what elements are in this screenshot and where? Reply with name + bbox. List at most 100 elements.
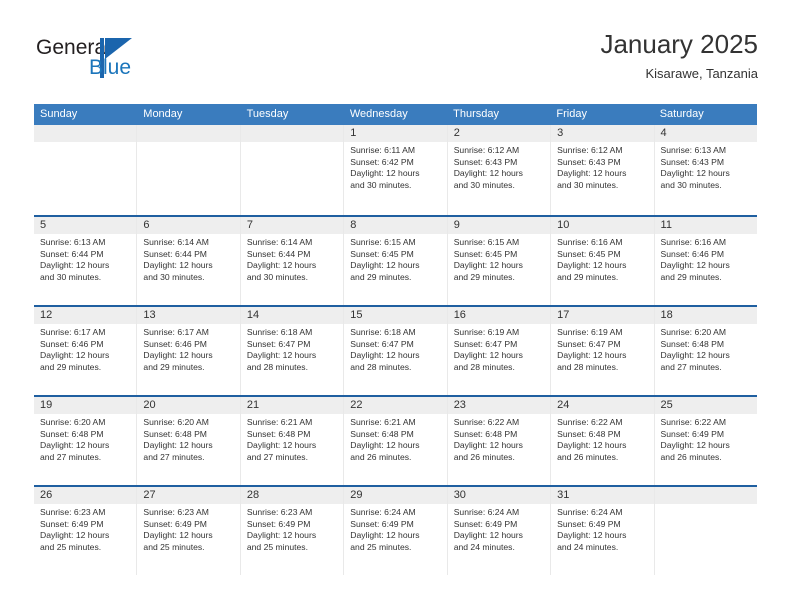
- daylight-text-line1: Daylight: 12 hours: [40, 260, 110, 271]
- day-sun-info: Sunrise: 6:22 AM Sunset: 6:48 PM Daylight:…: [551, 414, 653, 463]
- weekday-header-thursday: Thursday: [453, 108, 499, 120]
- calendar-day-cell[interactable]: 3 Sunrise: 6:12 AM Sunset: 6:43 PM Daylight…: [551, 125, 655, 215]
- day-number: 29: [344, 487, 447, 504]
- calendar-day-cell[interactable]: 4 Sunrise: 6:13 AM Sunset: 6:43 PM Daylight…: [654, 125, 757, 215]
- sunset-text: Sunset: 6:43 PM: [557, 156, 621, 167]
- day-number: [137, 125, 240, 142]
- weekday-header-friday: Friday: [556, 108, 587, 120]
- daylight-text-line1: Daylight: 12 hours: [350, 260, 420, 271]
- daylight-text-line2: and 29 minutes.: [660, 271, 722, 282]
- calendar-day-cell[interactable]: 14 Sunrise: 6:18 AM Sunset: 6:47 PM Dayligh…: [240, 307, 345, 395]
- sunset-text: Sunset: 6:44 PM: [246, 248, 311, 259]
- sunrise-text: Sunrise: 6:19 AM: [557, 327, 623, 337]
- sunset-text: Sunset: 6:42 PM: [350, 156, 414, 167]
- day-number: 24: [551, 397, 654, 414]
- calendar-day-cell[interactable]: 28 Sunrise: 6:23 AM Sunset: 6:49 PM Dayligh…: [240, 487, 345, 575]
- calendar-day-cell[interactable]: 19 Sunrise: 6:20 AM Sunset: 6:48 PM Dayligh…: [34, 397, 138, 485]
- calendar-day-cell[interactable]: 12 Sunrise: 6:17 AM Sunset: 6:46 PM Dayligh…: [34, 307, 138, 395]
- day-number: 21: [240, 397, 344, 414]
- day-number: 11: [654, 217, 757, 234]
- sunrise-text: Sunrise: 6:22 AM: [660, 417, 726, 427]
- calendar-day-cell[interactable]: 25 Sunrise: 6:22 AM Sunset: 6:49 PM Dayligh…: [654, 397, 757, 485]
- calendar-day-cell[interactable]: 2 Sunrise: 6:12 AM Sunset: 6:43 PM Daylight…: [447, 125, 552, 215]
- calendar-day-cell[interactable]: 30 Sunrise: 6:24 AM Sunset: 6:49 PM Dayligh…: [447, 487, 552, 575]
- calendar-day-cell[interactable]: 27 Sunrise: 6:23 AM Sunset: 6:49 PM Dayligh…: [137, 487, 241, 575]
- calendar-day-cell[interactable]: 24 Sunrise: 6:22 AM Sunset: 6:48 PM Dayligh…: [551, 397, 655, 485]
- calendar-day-cell[interactable]: 17 Sunrise: 6:19 AM Sunset: 6:47 PM Dayligh…: [551, 307, 655, 395]
- calendar-day-cell[interactable]: 31 Sunrise: 6:24 AM Sunset: 6:49 PM Dayligh…: [551, 487, 655, 575]
- sunrise-text: Sunrise: 6:19 AM: [453, 327, 520, 337]
- sunset-text: Sunset: 6:47 PM: [453, 338, 518, 349]
- calendar-day-cell[interactable]: 13 Sunrise: 6:17 AM Sunset: 6:46 PM Dayligh…: [137, 307, 241, 395]
- daylight-text-line2: and 29 minutes.: [453, 271, 515, 282]
- day-number: 5: [34, 217, 137, 234]
- day-number: 25: [654, 397, 757, 414]
- day-number: 23: [447, 397, 551, 414]
- daylight-text-line1: Daylight: 12 hours: [557, 530, 627, 541]
- sunrise-text: Sunrise: 6:16 AM: [557, 237, 623, 247]
- calendar-day-cell-empty: [137, 125, 241, 215]
- day-sun-info: Sunrise: 6:24 AM Sunset: 6:49 PM Daylight:…: [448, 504, 550, 553]
- daylight-text-line1: Daylight: 12 hours: [557, 168, 627, 179]
- sunset-text: Sunset: 6:47 PM: [246, 338, 311, 349]
- day-number: 8: [344, 217, 447, 234]
- sunrise-text: Sunrise: 6:13 AM: [40, 237, 106, 247]
- calendar-day-cell[interactable]: 16 Sunrise: 6:19 AM Sunset: 6:47 PM Dayligh…: [447, 307, 552, 395]
- sunset-text: Sunset: 6:48 PM: [557, 428, 621, 439]
- calendar-day-cell[interactable]: 1 Sunrise: 6:11 AM Sunset: 6:42 PM Daylight…: [344, 125, 448, 215]
- calendar-day-cell[interactable]: 10 Sunrise: 6:16 AM Sunset: 6:45 PM Dayligh…: [551, 217, 655, 305]
- day-number: 4: [654, 125, 757, 142]
- brand-logo[interactable]: General Blue: [34, 36, 234, 86]
- sunrise-text: Sunrise: 6:24 AM: [453, 507, 520, 517]
- calendar-day-cell[interactable]: 15 Sunrise: 6:18 AM Sunset: 6:47 PM Dayligh…: [344, 307, 448, 395]
- daylight-text-line2: and 28 minutes.: [350, 361, 412, 372]
- sunrise-text: Sunrise: 6:18 AM: [350, 327, 416, 337]
- calendar-day-cell-empty: [654, 487, 757, 575]
- sunset-text: Sunset: 6:47 PM: [350, 338, 414, 349]
- sunrise-text: Sunrise: 6:14 AM: [143, 237, 209, 247]
- daylight-text-line1: Daylight: 12 hours: [40, 350, 110, 361]
- daylight-text-line2: and 27 minutes.: [660, 361, 722, 372]
- daylight-text-line1: Daylight: 12 hours: [350, 168, 420, 179]
- calendar-day-cell[interactable]: 20 Sunrise: 6:20 AM Sunset: 6:48 PM Dayligh…: [137, 397, 241, 485]
- day-number: 1: [344, 125, 447, 142]
- sunset-text: Sunset: 6:45 PM: [350, 248, 414, 259]
- page-header: General Blue January 2025 Kisarawe, Tanz…: [34, 28, 758, 94]
- daylight-text-line2: and 24 minutes.: [453, 541, 515, 552]
- sunrise-text: Sunrise: 6:16 AM: [660, 237, 726, 247]
- calendar-day-cell[interactable]: 8 Sunrise: 6:15 AM Sunset: 6:45 PM Daylight…: [344, 217, 448, 305]
- calendar-day-cell[interactable]: 29 Sunrise: 6:24 AM Sunset: 6:49 PM Dayligh…: [344, 487, 448, 575]
- sunset-text: Sunset: 6:48 PM: [143, 428, 207, 439]
- sunset-text: Sunset: 6:43 PM: [453, 156, 518, 167]
- location-subtitle: Kisarawe, Tanzania: [645, 66, 759, 81]
- sunrise-text: Sunrise: 6:20 AM: [40, 417, 106, 427]
- daylight-text-line2: and 28 minutes.: [557, 361, 619, 372]
- day-sun-info: Sunrise: 6:22 AM Sunset: 6:49 PM Daylight:…: [655, 414, 757, 463]
- calendar-day-cell[interactable]: 21 Sunrise: 6:21 AM Sunset: 6:48 PM Dayligh…: [240, 397, 345, 485]
- calendar-day-cell[interactable]: 11 Sunrise: 6:16 AM Sunset: 6:46 PM Dayligh…: [654, 217, 757, 305]
- calendar-day-cell[interactable]: 6 Sunrise: 6:14 AM Sunset: 6:44 PM Daylight…: [137, 217, 241, 305]
- calendar-week-row: 1 Sunrise: 6:11 AM Sunset: 6:42 PM Daylight…: [34, 125, 757, 215]
- day-number: 22: [344, 397, 447, 414]
- day-number: 16: [447, 307, 551, 324]
- calendar-day-cell[interactable]: 7 Sunrise: 6:14 AM Sunset: 6:44 PM Daylight…: [240, 217, 345, 305]
- day-sun-info: Sunrise: 6:23 AM Sunset: 6:49 PM Daylight:…: [34, 504, 136, 553]
- daylight-text-line1: Daylight: 12 hours: [453, 168, 523, 179]
- day-sun-info: Sunrise: 6:16 AM Sunset: 6:45 PM Daylight:…: [551, 234, 653, 283]
- daylight-text-line2: and 30 minutes.: [143, 271, 205, 282]
- calendar-day-cell[interactable]: 22 Sunrise: 6:21 AM Sunset: 6:48 PM Dayligh…: [344, 397, 448, 485]
- calendar-day-cell[interactable]: 9 Sunrise: 6:15 AM Sunset: 6:45 PM Daylight…: [447, 217, 552, 305]
- calendar-day-cell[interactable]: 23 Sunrise: 6:22 AM Sunset: 6:48 PM Dayligh…: [447, 397, 552, 485]
- calendar-day-cell[interactable]: 18 Sunrise: 6:20 AM Sunset: 6:48 PM Dayligh…: [654, 307, 757, 395]
- day-sun-info: Sunrise: 6:21 AM Sunset: 6:48 PM Daylight:…: [344, 414, 446, 463]
- calendar-week-row: 5 Sunrise: 6:13 AM Sunset: 6:44 PM Daylight…: [34, 215, 757, 305]
- day-sun-info: Sunrise: 6:19 AM Sunset: 6:47 PM Daylight:…: [448, 324, 550, 373]
- sunset-text: Sunset: 6:43 PM: [660, 156, 725, 167]
- day-sun-info: Sunrise: 6:16 AM Sunset: 6:46 PM Daylight:…: [655, 234, 757, 283]
- sunset-text: Sunset: 6:48 PM: [660, 338, 725, 349]
- calendar-day-cell[interactable]: 26 Sunrise: 6:23 AM Sunset: 6:49 PM Dayligh…: [34, 487, 138, 575]
- calendar-week-row: 12 Sunrise: 6:17 AM Sunset: 6:46 PM Dayligh…: [34, 305, 757, 395]
- calendar-day-cell[interactable]: 5 Sunrise: 6:13 AM Sunset: 6:44 PM Daylight…: [34, 217, 138, 305]
- day-number: 26: [34, 487, 137, 504]
- day-number: 18: [654, 307, 757, 324]
